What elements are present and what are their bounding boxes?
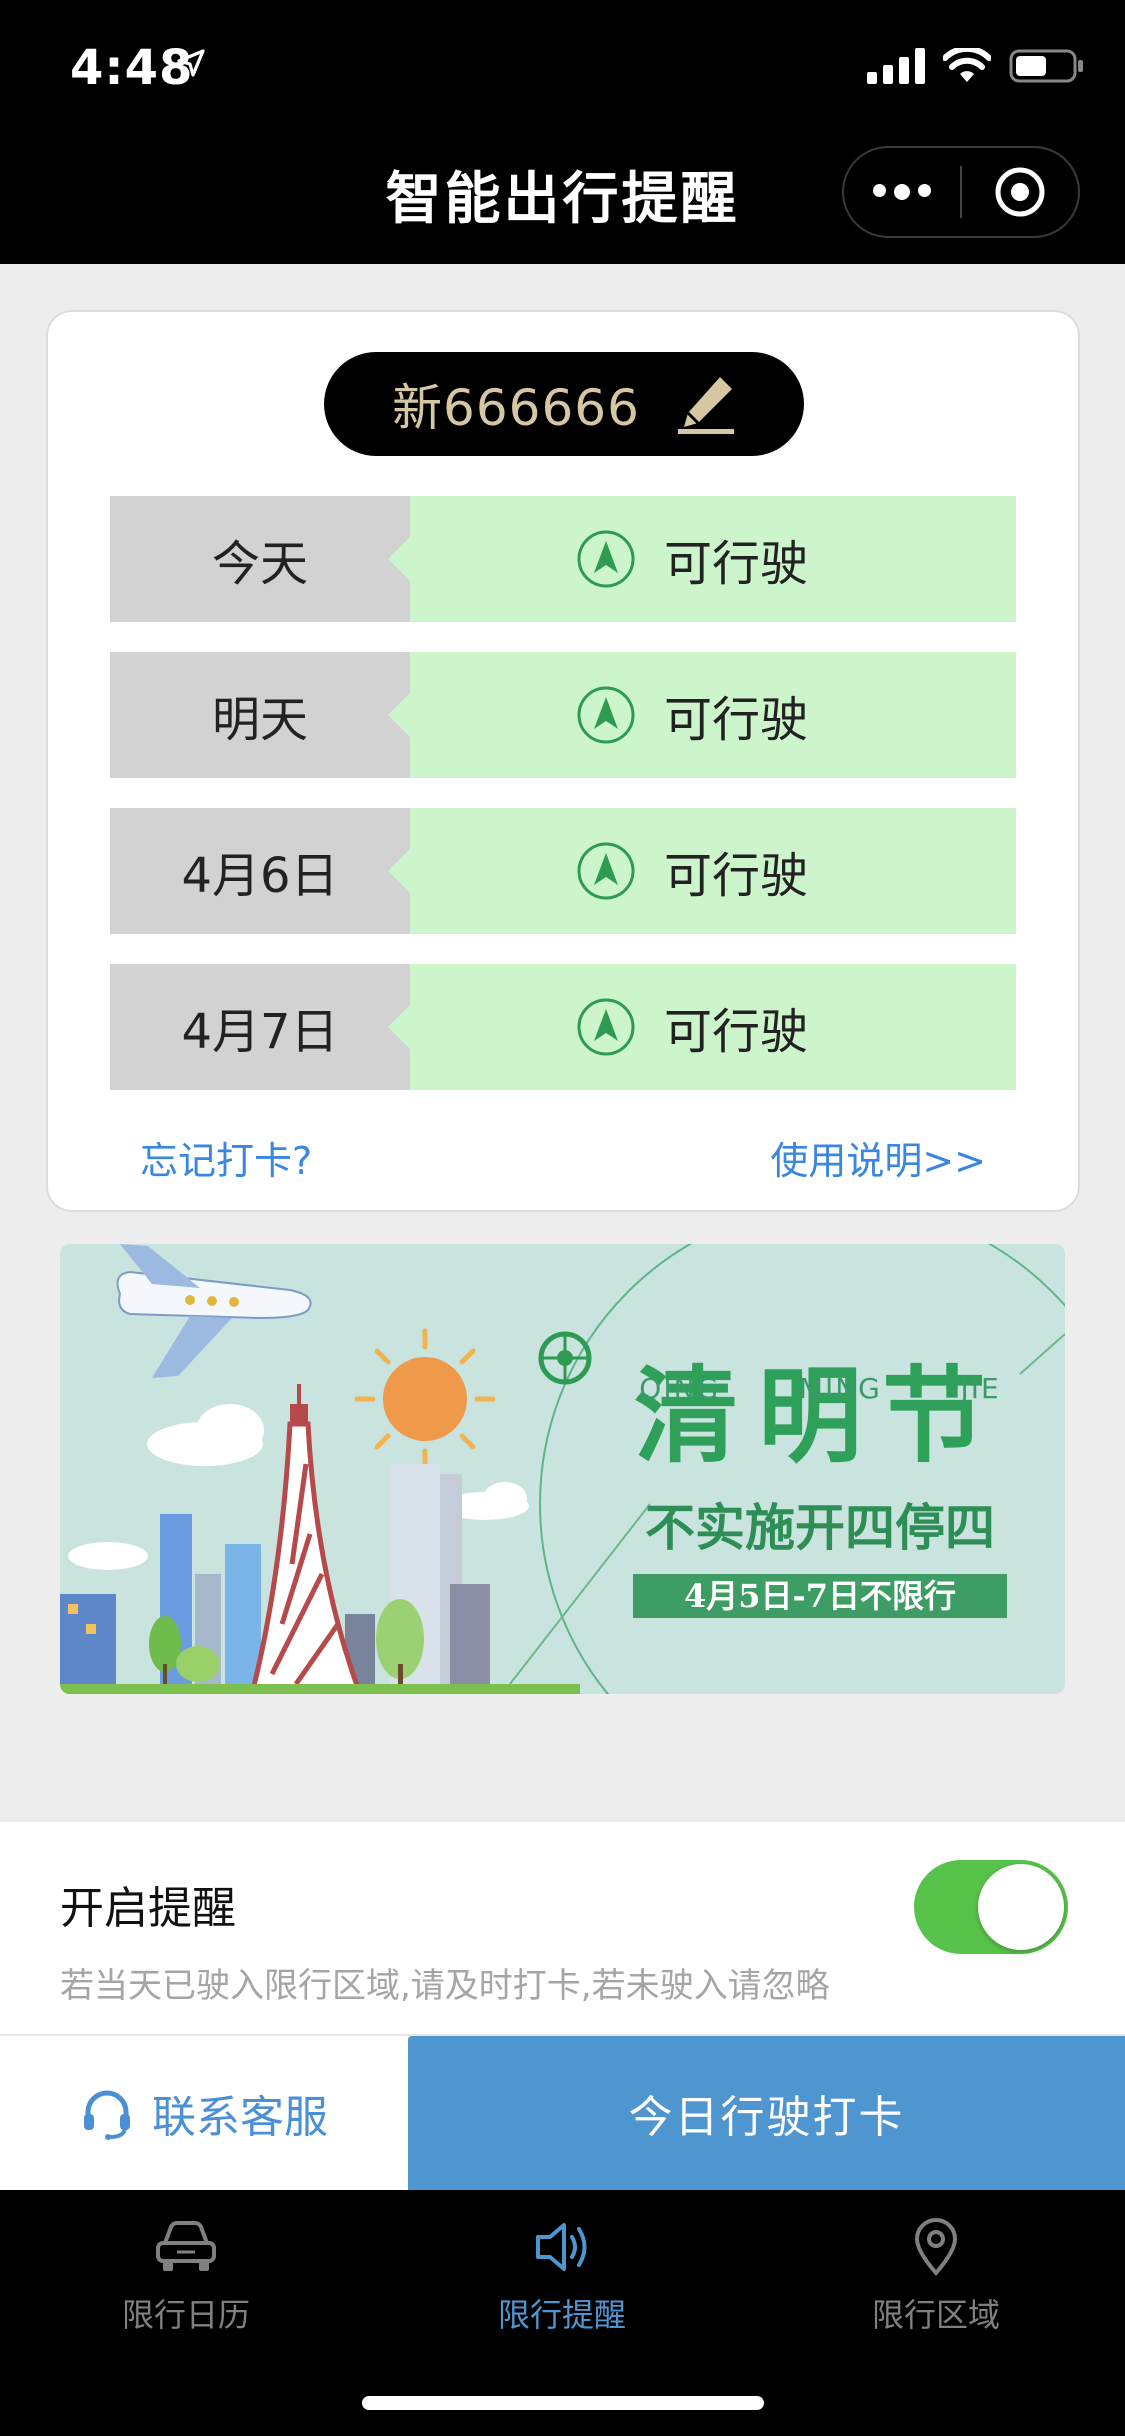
reminder-description: 若当天已驶入限行区域,请及时打卡,若未驶入请忽略 [60,1966,830,2006]
reminder-section: 开启提醒 若当天已驶入限行区域,请及时打卡,若未驶入请忽略 [0,1822,1125,2034]
schedule-day: 明天 [110,652,410,778]
status-time: 4:48 [70,40,194,96]
close-mini-program-button[interactable] [962,148,1078,236]
location-arrow-icon [177,49,205,77]
tab-calendar[interactable]: 限行日历 [36,2212,336,2336]
more-icon [873,184,931,200]
schedule-day: 今天 [110,496,410,622]
wifi-icon [943,48,991,82]
status-bar: 4:48 [0,0,1125,132]
schedule-row: 今天 可行驶 [110,496,1016,622]
schedule-row: 4月7日 可行驶 [110,964,1016,1090]
contact-service-button[interactable]: 联系客服 [0,2036,408,2190]
navigation-arrow-icon [577,530,635,588]
speaker-icon [536,2223,587,2271]
driving-status-card: 新666666 今天 可行驶 明天 可行驶 4月6日 可行驶 4月7日 可行驶 … [46,310,1080,1212]
tab-calendar-label: 限行日历 [121,2296,250,2334]
schedule-row: 4月6日 可行驶 [110,808,1016,934]
daily-checkin-button[interactable]: 今日行驶打卡 [408,2036,1125,2190]
instructions-link[interactable]: 使用说明>> [770,1130,986,1185]
reminder-title: 开启提醒 [60,1883,236,1934]
headset-icon [84,2090,130,2140]
edit-pencil-icon[interactable] [676,373,736,435]
status-label: 可行驶 [664,848,809,904]
status-label: 可行驶 [664,1004,809,1060]
more-button[interactable] [844,148,960,236]
battery-icon [1009,49,1083,83]
schedule-status: 可行驶 [388,808,1016,934]
schedule-row: 明天 可行驶 [110,652,1016,778]
status-label: 可行驶 [664,536,809,592]
forgot-checkin-link[interactable]: 忘记打卡? [140,1130,312,1185]
qingming-banner[interactable]: QING MING JIE 清明节 不实施开四停四 4月5日-7日不限行 [60,1244,1065,1694]
status-label: 可行驶 [664,692,809,748]
schedule-status: 可行驶 [388,652,1016,778]
mini-program-capsule [842,146,1080,238]
nav-bar: 智能出行提醒 [0,132,1125,264]
navigation-arrow-icon [577,842,635,900]
cellular-signal-icon [867,48,925,84]
contact-service-label: 联系客服 [152,2092,328,2143]
navigation-arrow-icon [577,686,635,744]
tab-area[interactable]: 限行区域 [786,2212,1086,2336]
location-pin-icon [914,2218,958,2277]
plate-number-pill[interactable]: 新666666 [324,352,804,456]
target-close-icon [995,167,1045,217]
navigation-arrow-icon [577,998,635,1056]
schedule-day: 4月6日 [110,808,410,934]
schedule-day: 4月7日 [110,964,410,1090]
schedule-list: 今天 可行驶 明天 可行驶 4月6日 可行驶 4月7日 可行驶 [110,496,1016,1120]
banner-date-tag: 4月5日-7日不限行 [633,1574,1007,1618]
tab-reminder-label: 限行提醒 [497,2296,626,2334]
schedule-status: 可行驶 [388,496,1016,622]
tab-area-label: 限行区域 [871,2296,1000,2334]
home-indicator [362,2396,764,2410]
tab-reminder[interactable]: 限行提醒 [412,2212,712,2336]
car-icon [156,2221,216,2271]
plate-number: 新666666 [392,379,640,437]
action-bar: 联系客服 今日行驶打卡 [0,2034,1125,2190]
banner-pinyin: QING MING JIE [639,1372,1001,1405]
schedule-status: 可行驶 [388,964,1016,1090]
banner-subtitle: 不实施开四停四 [645,1498,995,1557]
reminder-toggle[interactable] [914,1860,1068,1954]
